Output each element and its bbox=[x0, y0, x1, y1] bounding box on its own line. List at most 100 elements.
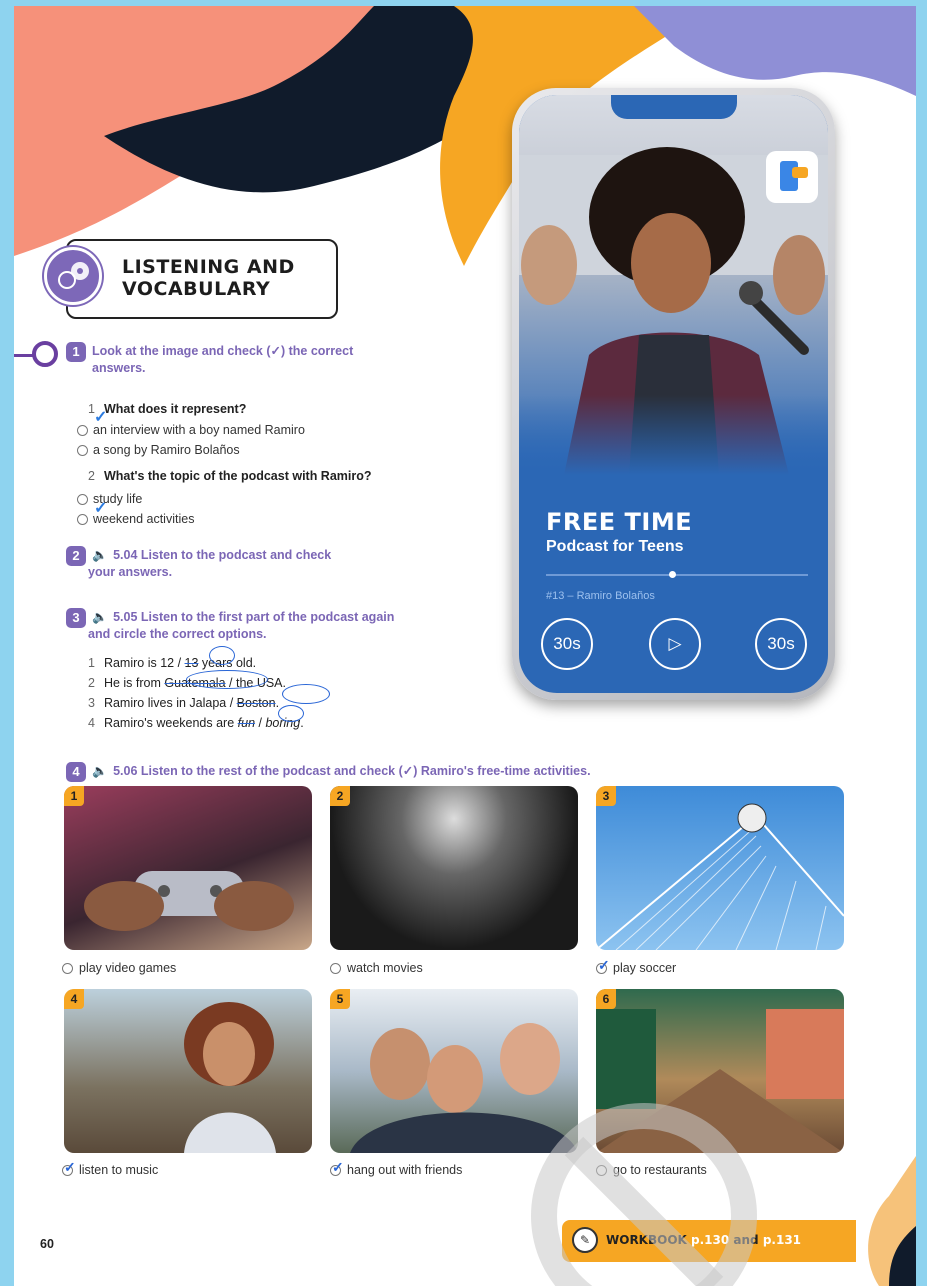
decorative-corner-shape bbox=[868, 1156, 916, 1286]
option-a[interactable]: fun bbox=[238, 716, 255, 730]
option-a[interactable]: Jalapa bbox=[189, 696, 226, 710]
girl-with-headphones-illustration bbox=[184, 1002, 276, 1153]
item-prefix: Ramiro lives in bbox=[103, 696, 190, 710]
audio-speaker-icon[interactable]: 🔈 bbox=[92, 764, 108, 778]
item-number: 2 bbox=[88, 676, 95, 690]
photo-number-badge: 6 bbox=[596, 989, 616, 1009]
item-prefix: Ramiro's weekends are bbox=[103, 716, 238, 730]
activity-label: hang out with friends bbox=[347, 1163, 463, 1177]
activity-photo-1: 1 bbox=[64, 786, 312, 950]
exercise-2-instruction-line-2: your answers. bbox=[88, 565, 173, 579]
exercise-3-number: 3 bbox=[66, 608, 86, 628]
exercise-1-number: 1 bbox=[66, 342, 86, 362]
exercise-3-instruction: 🔈 5.05 Listen to the first part of the p… bbox=[88, 609, 395, 643]
workbook-page-2[interactable]: p.131 bbox=[763, 1233, 801, 1247]
podcast-subtitle: Podcast for Teens bbox=[546, 538, 684, 555]
exercise-2-instruction: 🔈 5.04 Listen to the podcast and check y… bbox=[88, 547, 332, 581]
option-separator: / bbox=[226, 696, 237, 710]
section-title: LISTENING AND VOCABULARY bbox=[122, 256, 295, 300]
question-text: What's the topic of the podcast with Ram… bbox=[103, 469, 372, 483]
exercise-2-instruction-line-1: Listen to the podcast and check bbox=[140, 548, 332, 562]
exercise-1-instruction-line-1: Look at the image and check (✓) the corr… bbox=[92, 344, 354, 358]
section-header: LISTENING AND VOCABULARY bbox=[44, 239, 338, 319]
textbook-page: LISTENING AND VOCABULARY 1 Look at the i… bbox=[14, 6, 916, 1286]
photo-number-badge: 1 bbox=[64, 786, 84, 806]
option-a[interactable]: 12 bbox=[160, 656, 174, 670]
exercise-4-instruction: 🔈 5.06 Listen to the rest of the podcast… bbox=[92, 763, 591, 780]
question-text: What does it represent? bbox=[103, 402, 247, 416]
activity-label: watch movies bbox=[347, 961, 423, 975]
exercise-2-number: 2 bbox=[66, 546, 86, 566]
item-prefix: He is from bbox=[103, 676, 165, 690]
photo-number-badge: 3 bbox=[596, 786, 616, 806]
audio-speaker-icon[interactable]: 🔈 bbox=[92, 548, 108, 562]
option-separator: / bbox=[255, 716, 266, 730]
playback-progress-track[interactable] bbox=[546, 574, 808, 576]
radio-button[interactable] bbox=[77, 494, 88, 505]
phone-mockup: FREE TIME Podcast for Teens #13 – Ramiro… bbox=[512, 88, 835, 700]
checked-radio-button[interactable] bbox=[596, 957, 610, 974]
handwritten-check-mark: ✓ bbox=[94, 409, 108, 426]
video-game-controller-illustration bbox=[84, 871, 294, 931]
radio-button[interactable] bbox=[330, 963, 341, 974]
exercise-1-instruction-line-2: answers. bbox=[92, 361, 146, 375]
activity-option-1[interactable]: play video games bbox=[62, 961, 176, 975]
radio-button[interactable] bbox=[77, 514, 88, 525]
podcast-title: FREE TIME bbox=[546, 508, 693, 536]
activity-option-4[interactable]: listen to music bbox=[62, 1159, 159, 1177]
activity-label: play video games bbox=[79, 961, 177, 975]
checked-radio-button[interactable] bbox=[330, 1159, 344, 1176]
photo-number-badge: 2 bbox=[330, 786, 350, 806]
activity-photo-4: 4 bbox=[64, 989, 312, 1153]
exercise-1-q2-option-1[interactable]: study life bbox=[77, 491, 142, 507]
photo-number-badge: 5 bbox=[330, 989, 350, 1009]
exercise-3-item-4: 4 Ramiro's weekends are fun / boring. bbox=[88, 715, 304, 731]
activity-photo-2: 2 bbox=[330, 786, 578, 950]
activity-label: listen to music bbox=[79, 1163, 159, 1177]
item-suffix: . bbox=[275, 696, 280, 710]
radio-button[interactable] bbox=[77, 425, 88, 436]
activity-option-2[interactable]: watch movies bbox=[330, 961, 423, 975]
item-prefix: Ramiro is bbox=[103, 656, 161, 670]
radio-button[interactable] bbox=[62, 963, 73, 974]
prohibition-stamp-icon bbox=[531, 1103, 757, 1286]
radio-button[interactable] bbox=[77, 445, 88, 456]
audio-speaker-icon[interactable]: 🔈 bbox=[92, 610, 108, 624]
checked-radio-button[interactable] bbox=[62, 1159, 76, 1176]
margin-pointer-ring bbox=[32, 341, 58, 367]
rewind-30s-button[interactable]: 30s bbox=[541, 618, 593, 670]
photo-number-badge: 4 bbox=[64, 989, 84, 1009]
exercise-1-q1-option-1[interactable]: an interview with a boy named Ramiro bbox=[77, 422, 305, 438]
section-title-line-1: LISTENING AND bbox=[122, 256, 295, 278]
question-number: 2 bbox=[88, 469, 95, 483]
option-separator: / bbox=[174, 656, 185, 670]
headphones-chat-icon bbox=[44, 247, 102, 305]
handwritten-check-mark: ✓ bbox=[94, 500, 108, 517]
phone-notch bbox=[611, 95, 737, 119]
option-b[interactable]: 13 bbox=[185, 656, 199, 670]
item-number: 3 bbox=[88, 696, 95, 710]
exercise-3-instruction-line-2: and circle the correct options. bbox=[88, 627, 267, 641]
play-button[interactable]: ▷ bbox=[649, 618, 701, 670]
exercise-3-instruction-line-1: Listen to the first part of the podcast … bbox=[140, 610, 395, 624]
exercise-1-question-1: 1 What does it represent? bbox=[88, 401, 246, 417]
activity-option-3[interactable]: play soccer bbox=[596, 957, 676, 975]
activity-photo-3: 3 bbox=[596, 786, 844, 950]
soccer-goal-net-illustration bbox=[596, 803, 844, 950]
exercise-4-number: 4 bbox=[66, 762, 86, 782]
exercise-3-item-3: 3 Ramiro lives in Jalapa / Boston. bbox=[88, 695, 279, 711]
item-number: 4 bbox=[88, 716, 95, 730]
audio-track-number: 5.05 bbox=[113, 610, 138, 624]
activity-option-5[interactable]: hang out with friends bbox=[330, 1159, 463, 1177]
chat-phone-icon[interactable] bbox=[766, 151, 818, 203]
exercise-1-q1-option-2[interactable]: a song by Ramiro Bolaños bbox=[77, 442, 240, 458]
forward-30s-button[interactable]: 30s bbox=[755, 618, 807, 670]
playback-progress-handle[interactable] bbox=[669, 571, 676, 578]
rewind-label: 30s bbox=[553, 634, 581, 653]
option-label: a song by Ramiro Bolaños bbox=[93, 443, 240, 457]
exercise-1-question-2: 2 What's the topic of the podcast with Ra… bbox=[88, 468, 372, 484]
exercise-4-instruction-text: Listen to the rest of the podcast and ch… bbox=[140, 764, 591, 778]
option-b[interactable]: Boston bbox=[237, 696, 276, 710]
handwritten-circle-mark bbox=[282, 684, 330, 704]
audio-track-number: 5.06 bbox=[113, 764, 138, 778]
